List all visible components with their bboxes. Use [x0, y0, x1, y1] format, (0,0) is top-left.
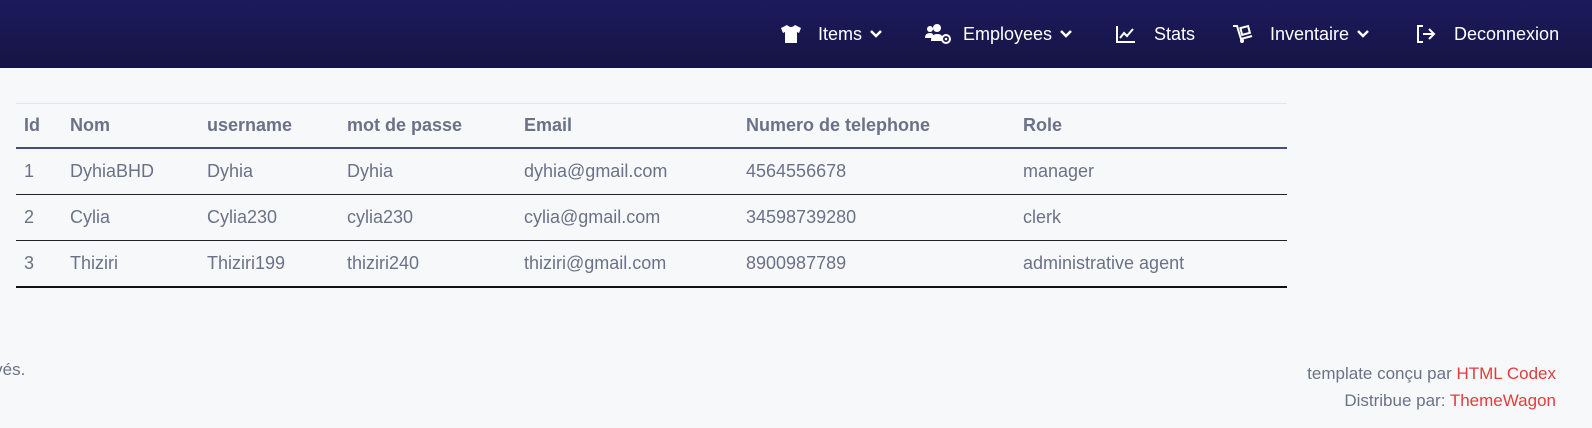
- users-cog-icon: [925, 23, 951, 45]
- cell-username: Dyhia: [199, 148, 339, 195]
- column-header-id: Id: [24, 115, 40, 135]
- cell-role: clerk: [1015, 194, 1287, 241]
- footer-copyright: t réservés.: [0, 360, 26, 379]
- column-header-nom: Nom: [70, 115, 110, 135]
- chart-line-icon: [1116, 23, 1142, 45]
- cell-phone: 4564556678: [738, 148, 1015, 195]
- cell-id: 2: [16, 194, 62, 241]
- table-row: 1 DyhiaBHD Dyhia Dyhia dyhia@gmail.com 4…: [16, 148, 1287, 195]
- table-row: 2 Cylia Cylia230 cylia230 cylia@gmail.co…: [16, 194, 1287, 241]
- themewagon-link[interactable]: ThemeWagon: [1450, 391, 1556, 410]
- employees-table-container: Id Nom username mot de passe Email Numer…: [16, 103, 1287, 288]
- chevron-down-icon: [1060, 28, 1072, 40]
- nav-stats-link[interactable]: Stats: [1116, 0, 1195, 68]
- table-header-row: Id Nom username mot de passe Email Numer…: [16, 103, 1287, 148]
- top-navbar: Items Employees Stats Inventaire Deconne…: [0, 0, 1592, 68]
- nav-logout-label: Deconnexion: [1454, 23, 1560, 44]
- nav-stats-label: Stats: [1154, 23, 1196, 44]
- footer-credits: template conçu par HTML Codex Distribue …: [1307, 360, 1556, 414]
- table-row: 3 Thiziri Thiziri199 thiziri240 thiziri@…: [16, 240, 1287, 288]
- employees-table: Id Nom username mot de passe Email Numer…: [16, 103, 1287, 288]
- chevron-down-icon: [1357, 28, 1369, 40]
- cell-phone: 8900987789: [738, 240, 1015, 288]
- cell-password: Dyhia: [339, 148, 516, 195]
- dolly-icon: [1232, 23, 1258, 45]
- nav-logout-link[interactable]: Deconnexion: [1416, 0, 1559, 68]
- cell-phone: 34598739280: [738, 194, 1015, 241]
- nav-items-label: Items: [818, 23, 863, 44]
- nav-employees-dropdown[interactable]: Employees: [925, 0, 1072, 68]
- cell-nom: DyhiaBHD: [62, 148, 199, 195]
- nav-items-dropdown[interactable]: Items: [780, 0, 882, 68]
- nav-inventaire-label: Inventaire: [1270, 23, 1350, 44]
- cell-password: cylia230: [339, 194, 516, 241]
- cell-id: 1: [16, 148, 62, 195]
- column-header-phone: Numero de telephone: [746, 115, 931, 135]
- cell-password: thiziri240: [339, 240, 516, 288]
- footer-template-prefix: template conçu par: [1307, 364, 1457, 383]
- footer-distrib-prefix: Distribue par:: [1344, 391, 1450, 410]
- footer-distrib-line: Distribue par: ThemeWagon: [1307, 387, 1556, 414]
- nav-inventaire-dropdown[interactable]: Inventaire: [1232, 0, 1369, 68]
- cell-email: thiziri@gmail.com: [516, 240, 738, 288]
- cell-nom: Thiziri: [62, 240, 199, 288]
- column-header-email: Email: [524, 115, 573, 135]
- footer-template-line: template conçu par HTML Codex: [1307, 360, 1556, 387]
- cell-username: Cylia230: [199, 194, 339, 241]
- cell-id: 3: [16, 240, 62, 288]
- sign-out-icon: [1416, 23, 1442, 45]
- column-header-username: username: [207, 115, 293, 135]
- nav-employees-label: Employees: [963, 23, 1053, 44]
- column-header-role: Role: [1023, 115, 1063, 135]
- html-codex-link[interactable]: HTML Codex: [1456, 364, 1556, 383]
- column-header-password: mot de passe: [347, 115, 463, 135]
- cell-email: cylia@gmail.com: [516, 194, 738, 241]
- cell-role: manager: [1015, 148, 1287, 195]
- tshirt-icon: [780, 23, 806, 45]
- cell-email: dyhia@gmail.com: [516, 148, 738, 195]
- cell-role: administrative agent: [1015, 240, 1287, 288]
- chevron-down-icon: [870, 28, 882, 40]
- cell-nom: Cylia: [62, 194, 199, 241]
- cell-username: Thiziri199: [199, 240, 339, 288]
